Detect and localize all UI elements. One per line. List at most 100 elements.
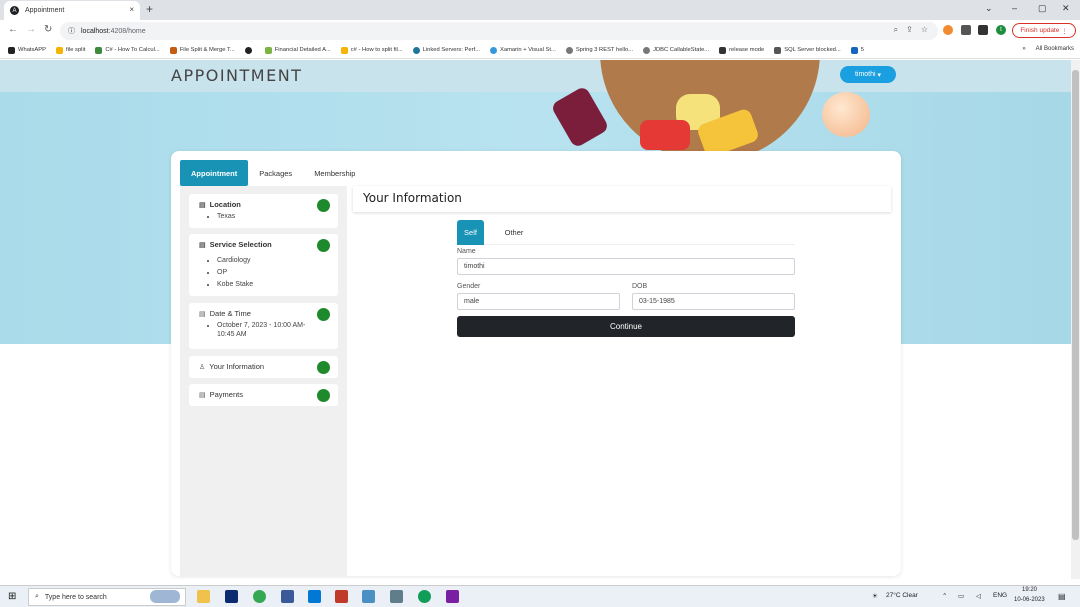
step-datetime[interactable]: ▤Date & Time October 7, 2023 - 10:00 AM-… <box>189 303 338 349</box>
share-icon[interactable]: ⇪ <box>906 25 913 35</box>
name-label: Name <box>457 248 476 255</box>
extension-icon[interactable] <box>943 25 953 35</box>
scrollbar-thumb[interactable] <box>1072 70 1079 540</box>
bookmark-star-icon[interactable]: ☆ <box>921 25 928 35</box>
tab-search-icon[interactable]: ⌄ <box>985 3 993 14</box>
weather-icon[interactable]: ☀ <box>872 592 878 600</box>
status-complete-icon <box>317 361 330 374</box>
bookmark-item[interactable]: JDBC CallableState... <box>643 46 709 54</box>
step-title-row: ▤ Payments <box>199 390 328 399</box>
step-payments[interactable]: ▤ Payments <box>189 384 338 406</box>
bookmark-item[interactable]: release mode <box>719 46 764 54</box>
pill-image <box>550 85 610 149</box>
name-input[interactable]: timothi <box>457 258 795 275</box>
step-title: Service Selection <box>209 240 272 249</box>
information-panel: Your Information Self Other Name timothi… <box>353 186 891 576</box>
continue-button[interactable]: Continue <box>457 316 795 337</box>
bookmark-item[interactable]: C# - How To Calcul... <box>95 46 160 54</box>
bookmark-item[interactable]: Financial Detailed A... <box>264 46 331 54</box>
side-panel-icon[interactable] <box>978 25 988 35</box>
dob-input[interactable]: 03-15-1985 <box>632 293 795 310</box>
powershell-icon[interactable] <box>225 590 238 603</box>
status-complete-icon <box>317 239 330 252</box>
site-info-icon[interactable]: ⓘ <box>68 26 75 36</box>
weather-text[interactable]: 27°C Clear <box>886 592 918 599</box>
step-location[interactable]: ▤Location Texas <box>189 194 338 228</box>
search-placeholder: Type here to search <box>44 593 107 601</box>
maximize-button[interactable]: ▢ <box>1038 3 1047 14</box>
zoom-icon[interactable]: ⌕ <box>894 25 898 35</box>
section-title: Your Information <box>363 191 462 205</box>
notifications-icon[interactable]: ▤ <box>1058 592 1066 601</box>
status-complete-icon <box>317 199 330 212</box>
tab-self[interactable]: Self <box>457 220 484 245</box>
network-icon[interactable]: ▭ <box>958 592 964 600</box>
bookmark-item[interactable]: Xamarin + Visual St... <box>490 46 556 54</box>
page-scrollbar[interactable] <box>1071 60 1080 579</box>
step-items: October 7, 2023 - 10:00 AM-10:45 AM <box>217 321 328 339</box>
bookmark-item[interactable]: 5 <box>850 46 864 54</box>
browser-tab[interactable]: A Appointment × <box>4 1 140 20</box>
steps-sidebar: ▤Location Texas ▤Service Selection Cardi… <box>180 186 347 576</box>
filezilla-icon[interactable] <box>335 590 348 603</box>
step-items: Cardiology OP Kobe Stake <box>217 256 328 289</box>
list-item: OP <box>217 268 328 277</box>
user-menu-button[interactable]: timothi ▾ <box>840 66 896 83</box>
new-tab-button[interactable]: + <box>146 2 153 16</box>
appointment-card: Appointment Packages Membership ▤ Locatio… <box>171 151 901 576</box>
language-indicator[interactable]: ENG <box>993 592 1007 599</box>
app-icon[interactable] <box>362 590 375 603</box>
bookmark-item[interactable]: SQL Server blocked... <box>774 46 841 54</box>
tray-chevron-icon[interactable]: ⌃ <box>942 592 947 600</box>
gender-input[interactable]: male <box>457 293 620 310</box>
pill-image <box>640 120 690 150</box>
close-window-button[interactable]: ✕ <box>1062 3 1070 14</box>
tab-close-icon[interactable]: × <box>129 5 134 14</box>
clock-time[interactable]: 19:20 <box>1022 587 1037 593</box>
calculator-icon[interactable] <box>390 590 403 603</box>
chrome-icon[interactable] <box>253 590 266 603</box>
section-header: Your Information <box>353 186 891 212</box>
tab-packages[interactable]: Packages <box>248 160 303 186</box>
step-your-information[interactable]: ♙ Your Information <box>189 356 338 378</box>
bookmarks-overflow-icon[interactable]: » <box>1022 46 1025 52</box>
edge-icon[interactable] <box>418 590 431 603</box>
clock-date[interactable]: 10-06-2023 <box>1014 597 1045 603</box>
minimize-button[interactable]: – <box>1012 3 1017 13</box>
tab-strip: A Appointment × + ⌄ – ▢ ✕ <box>0 0 1080 20</box>
app-icon[interactable] <box>446 590 459 603</box>
address-bar[interactable]: ⓘ localhost:4208/home ⌕ ⇪ ☆ <box>60 22 938 40</box>
bookmark-item[interactable]: Linked Servers: Perf... <box>412 46 480 54</box>
bookmark-item[interactable]: file split <box>56 46 85 54</box>
bookmark-item[interactable]: WhatsAPP <box>8 46 46 54</box>
back-icon[interactable]: ← <box>8 24 18 35</box>
app-brand[interactable]: APPOINTMENT <box>171 66 302 85</box>
search-highlight-icon[interactable] <box>150 590 180 603</box>
person-tabs: Self Other <box>457 220 795 245</box>
file-explorer-icon[interactable] <box>197 590 210 603</box>
gender-label: Gender <box>457 283 481 290</box>
step-title-row: ▤ Date & Time <box>199 309 328 318</box>
step-service[interactable]: ▤Service Selection Cardiology OP Kobe St… <box>189 234 338 296</box>
profile-avatar[interactable]: t <box>996 25 1006 35</box>
windows-start-icon[interactable]: ⊞ <box>8 591 16 602</box>
tab-appointment[interactable]: Appointment <box>180 160 249 186</box>
all-bookmarks[interactable]: » All Bookmarks <box>1022 46 1074 52</box>
bookmark-item[interactable] <box>244 46 255 54</box>
forward-icon[interactable]: → <box>26 24 36 35</box>
browser-window: A Appointment × + ⌄ – ▢ ✕ ← → ↻ ⓘ localh… <box>0 0 1080 607</box>
reload-icon[interactable]: ↻ <box>44 24 52 35</box>
search-icon: ⌕ <box>35 593 39 600</box>
vscode-icon[interactable] <box>308 590 321 603</box>
tab-other[interactable]: Other <box>494 220 534 245</box>
bookmark-item[interactable]: Spring 3 REST hello... <box>565 46 633 54</box>
user-icon: ♙ <box>199 363 206 371</box>
bookmark-item[interactable]: File Split & Merge T... <box>169 46 235 54</box>
bookmark-item[interactable]: c# - How to split fil... <box>340 46 403 54</box>
extensions-puzzle-icon[interactable] <box>961 25 971 35</box>
step-title: Date & Time <box>209 309 251 318</box>
finish-update-button[interactable]: Finish update ⋮ <box>1012 23 1076 38</box>
ssms-icon[interactable] <box>281 590 294 603</box>
tab-membership[interactable]: Membership <box>303 160 366 186</box>
volume-icon[interactable]: ◁ <box>976 592 981 600</box>
